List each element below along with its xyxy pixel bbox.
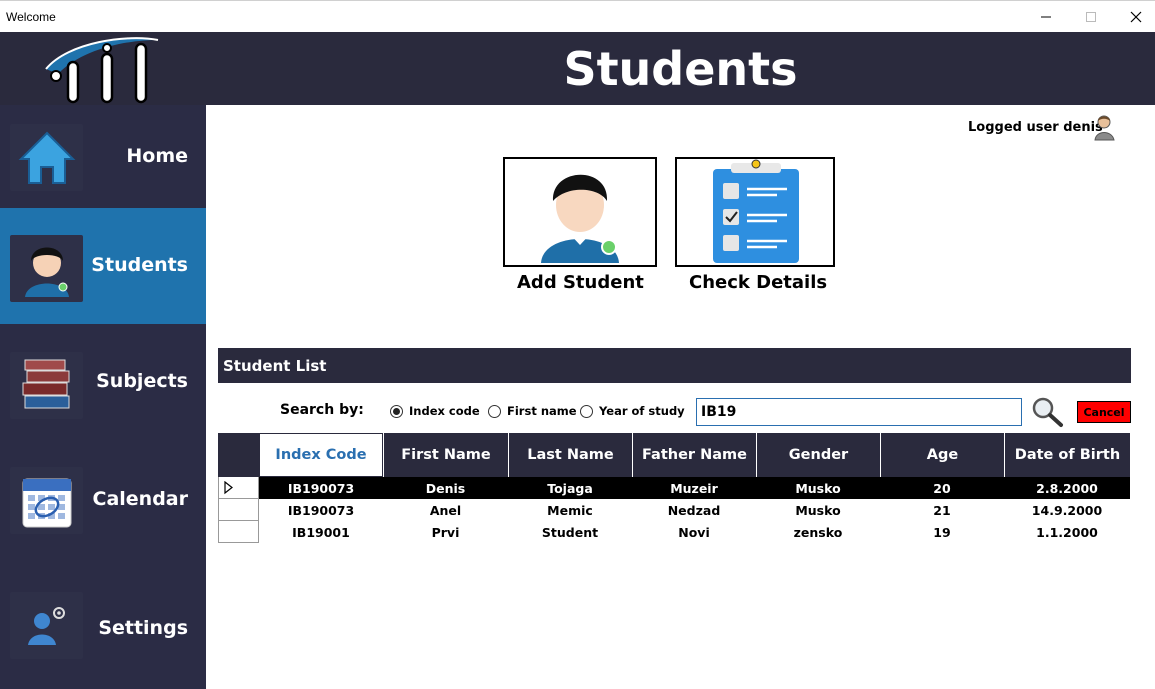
row-header[interactable]	[218, 499, 259, 521]
page-title: Students	[563, 41, 798, 96]
radio-label: Index code	[409, 404, 480, 418]
cancel-button[interactable]: Cancel	[1077, 401, 1131, 423]
app-logo	[45, 37, 159, 104]
close-icon	[1130, 11, 1142, 23]
table-row[interactable]: IB19001 Prvi Student Novi zensko 19 1.1.…	[218, 521, 1130, 543]
column-header-index-code[interactable]: Index Code	[259, 433, 383, 477]
cell-father-name[interactable]: Novi	[632, 521, 756, 543]
cell-index-code[interactable]: IB19001	[259, 521, 383, 543]
check-details-button[interactable]	[675, 157, 835, 267]
radio-dot	[390, 404, 403, 418]
radio-label: Year of study	[599, 404, 685, 418]
cell-date-of-birth[interactable]: 1.1.2000	[1004, 521, 1130, 543]
clipboard-checklist-icon	[713, 159, 799, 263]
close-button[interactable]	[1113, 1, 1155, 33]
logged-user-label: Logged user denis	[968, 120, 1103, 135]
cell-date-of-birth[interactable]: 14.9.2000	[1004, 499, 1130, 521]
sidebar-item-subjects[interactable]: Subjects	[0, 324, 206, 440]
add-student-icon	[541, 174, 619, 263]
add-student-button[interactable]	[503, 157, 657, 267]
radio-label: First name	[507, 404, 577, 418]
maximize-button[interactable]	[1068, 1, 1114, 33]
column-header-father-name[interactable]: Father Name	[632, 433, 756, 477]
current-row-indicator-icon	[224, 481, 233, 495]
cell-father-name[interactable]: Nedzad	[632, 499, 756, 521]
books-icon	[10, 352, 83, 419]
cell-gender[interactable]: Musko	[756, 477, 880, 499]
minimize-icon	[1041, 16, 1051, 18]
cell-last-name[interactable]: Tojaga	[508, 477, 632, 499]
sidebar-item-calendar[interactable]: Calendar	[0, 440, 206, 560]
row-header[interactable]	[218, 521, 259, 543]
cell-first-name[interactable]: Denis	[383, 477, 508, 499]
sidebar-item-label: Students	[91, 254, 188, 276]
column-header-last-name[interactable]: Last Name	[508, 433, 632, 477]
sidebar-item-label: Home	[126, 145, 188, 167]
student-list-header: Student List	[218, 348, 1131, 383]
window-title: Welcome	[6, 10, 56, 24]
sidebar-item-label: Settings	[98, 617, 188, 639]
cell-age[interactable]: 20	[880, 477, 1004, 499]
cell-first-name[interactable]: Prvi	[383, 521, 508, 543]
check-details-label: Check Details	[689, 272, 828, 293]
search-by-label: Search by:	[280, 402, 364, 418]
sidebar-item-label: Subjects	[96, 370, 188, 392]
column-header-date-of-birth[interactable]: Date of Birth	[1004, 433, 1130, 477]
cell-first-name[interactable]: Anel	[383, 499, 508, 521]
radio-dot	[488, 404, 501, 418]
title-bar: Welcome	[0, 0, 1155, 32]
app-header: Students	[0, 32, 1155, 105]
sidebar-item-label: Calendar	[92, 488, 188, 510]
column-header-first-name[interactable]: First Name	[383, 433, 508, 477]
cell-age[interactable]: 19	[880, 521, 1004, 543]
cell-index-code[interactable]: IB190073	[259, 499, 383, 521]
search-button[interactable]	[1030, 396, 1064, 428]
cell-date-of-birth[interactable]: 2.8.2000	[1004, 477, 1130, 499]
cell-last-name[interactable]: Memic	[508, 499, 632, 521]
table-corner	[218, 433, 259, 477]
radio-first-name[interactable]: First name	[488, 404, 577, 418]
table-row[interactable]: IB190073 Denis Tojaga Muzeir Musko 20 2.…	[218, 477, 1130, 499]
sidebar-item-settings[interactable]: Settings	[0, 560, 206, 689]
radio-index-code[interactable]: Index code	[390, 404, 480, 418]
radio-dot	[580, 404, 593, 418]
cell-gender[interactable]: Musko	[756, 499, 880, 521]
table-header: Index Code First Name Last Name Father N…	[218, 433, 1130, 477]
minimize-button[interactable]	[1023, 1, 1069, 33]
cell-gender[interactable]: zensko	[756, 521, 880, 543]
cell-last-name[interactable]: Student	[508, 521, 632, 543]
add-student-label: Add Student	[517, 272, 644, 293]
sidebar: Home Students Subjects Calendar Settings	[0, 105, 206, 689]
user-settings-icon	[10, 592, 83, 659]
cell-index-code[interactable]: IB190073	[259, 477, 383, 499]
table-row[interactable]: IB190073 Anel Memic Nedzad Musko 21 14.9…	[218, 499, 1130, 521]
row-header[interactable]	[218, 477, 259, 499]
student-icon	[10, 235, 83, 302]
maximize-icon	[1086, 12, 1096, 22]
cell-age[interactable]: 21	[880, 499, 1004, 521]
student-list-title: Student List	[223, 357, 327, 375]
search-input[interactable]	[696, 398, 1022, 426]
radio-year-of-study[interactable]: Year of study	[580, 404, 685, 418]
sidebar-item-students[interactable]: Students	[0, 208, 206, 324]
cell-father-name[interactable]: Muzeir	[632, 477, 756, 499]
column-header-gender[interactable]: Gender	[756, 433, 880, 477]
sidebar-item-home[interactable]: Home	[0, 105, 206, 208]
calendar-icon	[10, 467, 83, 534]
magnifier-icon	[1032, 397, 1063, 427]
user-avatar-icon	[1094, 115, 1115, 141]
home-icon	[10, 124, 83, 191]
column-header-age[interactable]: Age	[880, 433, 1004, 477]
